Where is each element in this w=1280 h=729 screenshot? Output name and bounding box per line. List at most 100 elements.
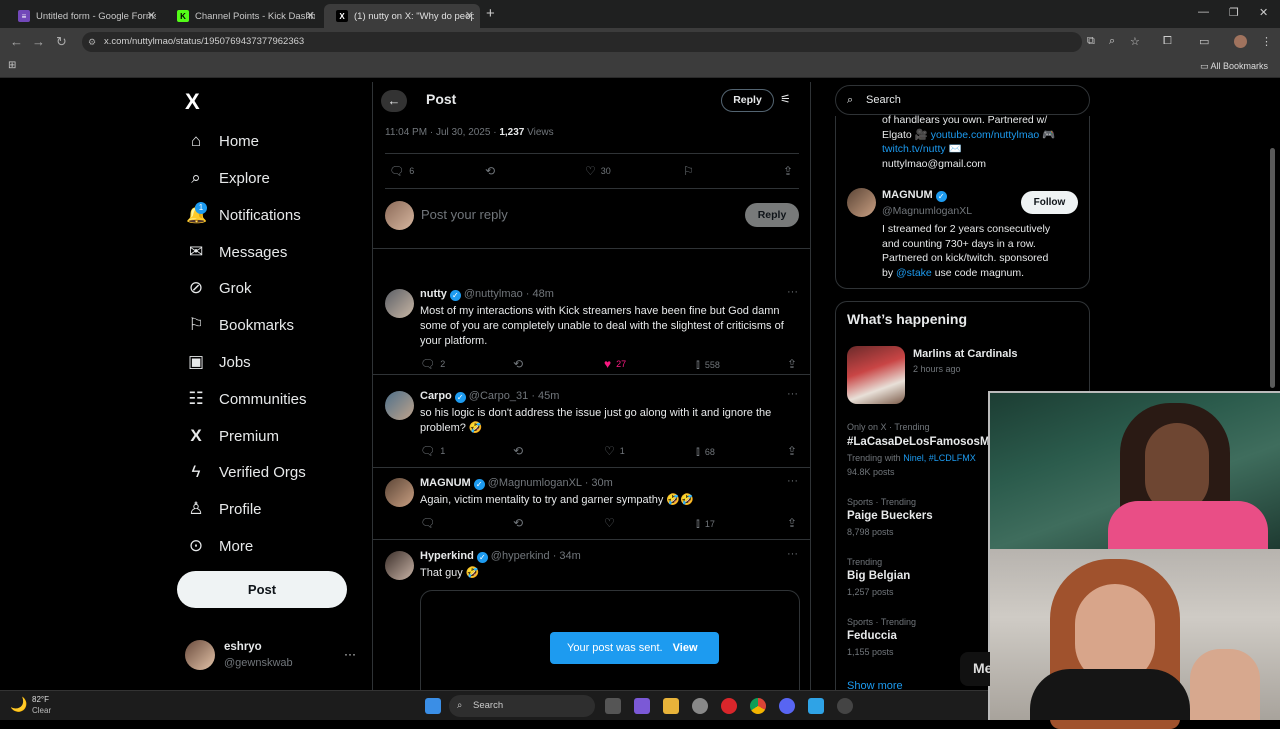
- reply-author[interactable]: nutty ✓ @nuttylmao · 48m: [420, 288, 554, 301]
- like-action[interactable]: ♡: [604, 516, 620, 530]
- bookmark-action[interactable]: ⚐: [683, 164, 699, 178]
- chrome-icon[interactable]: [750, 698, 766, 714]
- avatar[interactable]: [385, 551, 414, 580]
- reply-author[interactable]: Carpo ✓ @Carpo_31 · 45m: [420, 390, 559, 403]
- x-logo[interactable]: X: [185, 89, 200, 115]
- app-icon[interactable]: [837, 698, 853, 714]
- views-action[interactable]: ⫾ 17: [696, 516, 715, 531]
- stake-link[interactable]: @stake: [896, 267, 932, 279]
- nav-item-bookmarks[interactable]: ⚐ Bookmarks: [186, 312, 294, 338]
- weather-temp[interactable]: 82°F: [32, 695, 49, 704]
- avatar[interactable]: [385, 391, 414, 420]
- nav-item-communities[interactable]: ☷ Communities: [186, 386, 306, 412]
- views-action[interactable]: ⫾ 68: [696, 444, 715, 459]
- nav-item-explore[interactable]: ⌕ Explore: [186, 165, 270, 191]
- more-dots-icon[interactable]: ···: [344, 647, 356, 661]
- more-dots-icon[interactable]: ···: [787, 388, 798, 400]
- views-action[interactable]: ⫾ 558: [696, 357, 720, 372]
- more-dots-icon[interactable]: ···: [787, 286, 798, 298]
- close-icon[interactable]: ✕: [306, 9, 315, 22]
- event-title[interactable]: Marlins at Cardinals: [913, 348, 1018, 360]
- back-arrow-icon[interactable]: ←: [10, 34, 23, 49]
- search-input[interactable]: ⌕ Search: [835, 85, 1090, 115]
- nav-item-home[interactable]: ⌂ Home: [186, 128, 259, 154]
- discord-icon[interactable]: [779, 698, 795, 714]
- follow-button[interactable]: Follow: [1021, 191, 1078, 214]
- tab-google-forms[interactable]: ≡ Untitled form - Google Forms ✕: [6, 4, 162, 28]
- nav-item-premium[interactable]: X Premium: [186, 423, 279, 449]
- back-arrow-icon[interactable]: ←: [381, 90, 407, 112]
- reply-composer-input[interactable]: Post your reply: [421, 207, 508, 222]
- share-action[interactable]: ⇪: [787, 357, 802, 371]
- page-scrollbar[interactable]: [1270, 148, 1275, 388]
- header-reply-button[interactable]: Reply: [721, 89, 774, 112]
- reply-action[interactable]: 🗨: [420, 516, 440, 530]
- reply-author[interactable]: Hyperkind ✓ @hyperkind · 34m: [420, 550, 581, 563]
- nav-item-verified-orgs[interactable]: ϟ Verified Orgs: [186, 459, 306, 485]
- restore-icon[interactable]: ❐: [1229, 6, 1239, 19]
- event-thumbnail[interactable]: [847, 346, 905, 404]
- repost-action[interactable]: ⟲: [513, 444, 528, 458]
- menu-icon[interactable]: ⋮: [1261, 35, 1272, 48]
- post-button[interactable]: Post: [177, 571, 347, 608]
- avatar[interactable]: [385, 289, 414, 318]
- avatar[interactable]: [847, 188, 876, 217]
- repost-action[interactable]: ⟲: [513, 516, 528, 530]
- nav-item-jobs[interactable]: ▣ Jobs: [186, 349, 251, 375]
- toast-view-link[interactable]: View: [673, 642, 698, 654]
- close-window-icon[interactable]: ✕: [1259, 6, 1268, 19]
- share-action[interactable]: ⇪: [783, 164, 798, 178]
- share-action[interactable]: ⇪: [787, 444, 802, 458]
- nav-item-grok[interactable]: ⊘ Grok: [186, 275, 252, 301]
- reload-icon[interactable]: ↻: [56, 34, 67, 50]
- app-icon[interactable]: [808, 698, 824, 714]
- new-tab-icon[interactable]: +: [486, 5, 495, 22]
- tab-x-post[interactable]: X (1) nutty on X: "Why do peopl ✕: [324, 4, 480, 28]
- start-icon[interactable]: [425, 698, 441, 714]
- close-icon[interactable]: ✕: [147, 9, 156, 22]
- extensions-icon[interactable]: ⧠: [1163, 35, 1172, 48]
- like-action[interactable]: ♥ 27: [604, 357, 626, 371]
- share-action[interactable]: ⇪: [787, 516, 802, 530]
- url-field[interactable]: ⚙ x.com/nuttylmao/status/195076943737796…: [82, 32, 1082, 52]
- like-action[interactable]: ♡ 1: [604, 444, 625, 458]
- reply-action[interactable]: 🗨 6: [389, 164, 414, 178]
- youtube-link[interactable]: youtube.com/nuttylmao: [931, 129, 1040, 141]
- file-explorer-icon[interactable]: [663, 698, 679, 714]
- obs-icon[interactable]: [721, 698, 737, 714]
- nav-item-profile[interactable]: ♙ Profile: [186, 496, 261, 522]
- tab-kick-dashboard[interactable]: K Channel Points - Kick Dashboard ✕: [165, 4, 321, 28]
- reply-action[interactable]: 🗨 1: [420, 444, 445, 458]
- taskbar-search[interactable]: ⌕ Search: [449, 695, 595, 717]
- more-dots-icon[interactable]: ···: [787, 548, 798, 560]
- nav-item-more[interactable]: ⊙ More: [186, 533, 253, 559]
- site-info-icon[interactable]: ⚙: [88, 32, 96, 52]
- reply-author[interactable]: MAGNUM ✓ @MagnumloganXL · 30m: [420, 477, 613, 490]
- like-action[interactable]: ♡ 30: [585, 164, 611, 178]
- copilot-icon[interactable]: [634, 698, 650, 714]
- all-bookmarks[interactable]: ▭ All Bookmarks: [1200, 61, 1268, 72]
- close-icon[interactable]: ✕: [465, 9, 474, 22]
- repost-action[interactable]: ⟲: [513, 357, 528, 371]
- apps-icon[interactable]: ⊞: [8, 60, 16, 71]
- twitch-link[interactable]: twitch.tv/nutty: [882, 143, 946, 155]
- webcam-shirt: [1108, 501, 1268, 551]
- forward-arrow-icon[interactable]: →: [32, 34, 45, 49]
- nav-item-messages[interactable]: ✉ Messages: [186, 239, 288, 265]
- reply-settings-icon[interactable]: ⚟: [780, 92, 791, 106]
- avatar[interactable]: [385, 478, 414, 507]
- magnum-name[interactable]: MAGNUM ✓: [882, 189, 950, 202]
- profile-avatar[interactable]: [1234, 35, 1247, 48]
- sidepanel-icon[interactable]: ▭: [1199, 35, 1209, 48]
- minimize-icon[interactable]: —: [1198, 6, 1209, 18]
- install-icon[interactable]: ⧉: [1087, 35, 1095, 48]
- more-dots-icon[interactable]: ···: [787, 475, 798, 487]
- composer-reply-button[interactable]: Reply: [745, 203, 799, 227]
- trend-with-links[interactable]: Ninel, #LCDLFMX: [903, 453, 976, 463]
- task-view-icon[interactable]: [605, 698, 621, 714]
- star-icon[interactable]: ☆: [1130, 35, 1140, 48]
- reply-action[interactable]: 🗨 2: [420, 357, 445, 371]
- zoom-icon[interactable]: ⌕: [1109, 35, 1115, 48]
- repost-action[interactable]: ⟲: [485, 164, 500, 178]
- settings-icon[interactable]: [692, 698, 708, 714]
